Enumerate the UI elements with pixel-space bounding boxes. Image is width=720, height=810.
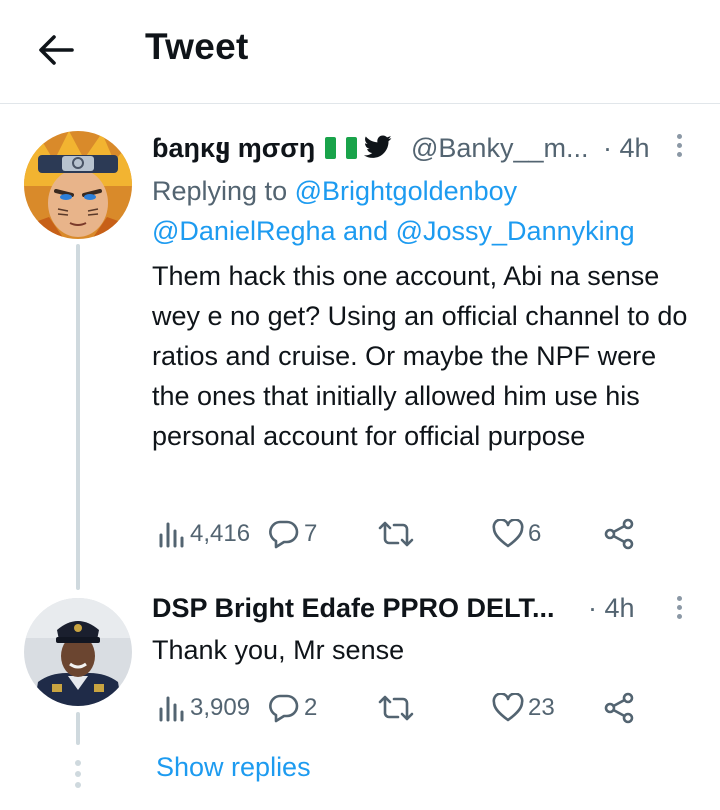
thread-dots (74, 760, 82, 793)
share-icon (604, 518, 634, 550)
display-name[interactable]: ɓaŋκყ ɱσσŋ (152, 133, 392, 164)
like-count: 23 (528, 694, 555, 721)
reply-button[interactable]: 7 (268, 514, 317, 554)
like-button[interactable]: 23 (492, 688, 555, 728)
heart-icon (492, 519, 524, 548)
reply-count: 7 (304, 520, 318, 547)
view-count: 3,909 (190, 694, 251, 721)
share-button[interactable] (604, 688, 636, 728)
heart-icon (492, 693, 524, 722)
mention-and-text: and (343, 216, 389, 246)
avatar[interactable] (24, 131, 132, 239)
reply-button[interactable]: 2 (268, 688, 317, 728)
tweet-text: Thank you, Mr sense (152, 635, 405, 665)
retweet-icon (378, 521, 414, 547)
replying-to: Replying to @Brightgoldenboy @DanielRegh… (152, 176, 635, 246)
mention-link[interactable]: @Jossy_Dannyking (396, 216, 635, 246)
more-options-icon[interactable] (673, 134, 685, 164)
avatar-image (24, 598, 132, 706)
like-count: 6 (528, 520, 542, 547)
like-button[interactable]: 6 (492, 514, 541, 554)
mention-link[interactable]: @DanielRegha (152, 216, 336, 246)
avatar-image (24, 131, 132, 239)
top-bar: Tweet (0, 0, 720, 100)
share-icon (604, 692, 634, 724)
more-options-icon[interactable] (673, 596, 685, 626)
back-button[interactable] (34, 28, 78, 72)
analytics-icon (159, 522, 184, 548)
retweet-icon (378, 695, 414, 721)
reply-icon (269, 694, 299, 723)
view-count: 4,416 (190, 520, 251, 547)
tweet-text: Them hack this one account, Abi na sense… (152, 261, 688, 451)
arrow-left-icon (39, 35, 74, 65)
show-replies-link[interactable]: Show replies (156, 752, 311, 783)
thread-line (76, 712, 80, 745)
header-divider (0, 103, 720, 104)
reply-count: 2 (304, 694, 318, 721)
views-button[interactable]: 4,416 (158, 514, 250, 554)
retweet-button[interactable] (376, 688, 420, 728)
user-handle[interactable]: @Banky__m... (411, 133, 588, 164)
reply-icon (269, 520, 299, 549)
analytics-icon (159, 696, 184, 722)
nigeria-flag-icon (324, 137, 357, 159)
mention-link[interactable]: @Brightgoldenboy (295, 176, 518, 206)
share-button[interactable] (604, 514, 636, 554)
twitter-bird-icon (364, 135, 392, 158)
tweet-actions: 3,909 2 23 (152, 688, 692, 728)
avatar[interactable] (24, 598, 132, 706)
tweet-time[interactable]: · 4h (603, 133, 650, 164)
thread-line (76, 244, 80, 590)
views-button[interactable]: 3,909 (158, 688, 250, 728)
tweet-time[interactable]: · 4h (588, 593, 635, 624)
retweet-button[interactable] (376, 514, 420, 554)
tweet-actions: 4,416 7 6 (152, 514, 692, 554)
display-name[interactable]: DSP Bright Edafe PPRO DELT... (152, 593, 555, 624)
page-title: Tweet (145, 26, 249, 67)
